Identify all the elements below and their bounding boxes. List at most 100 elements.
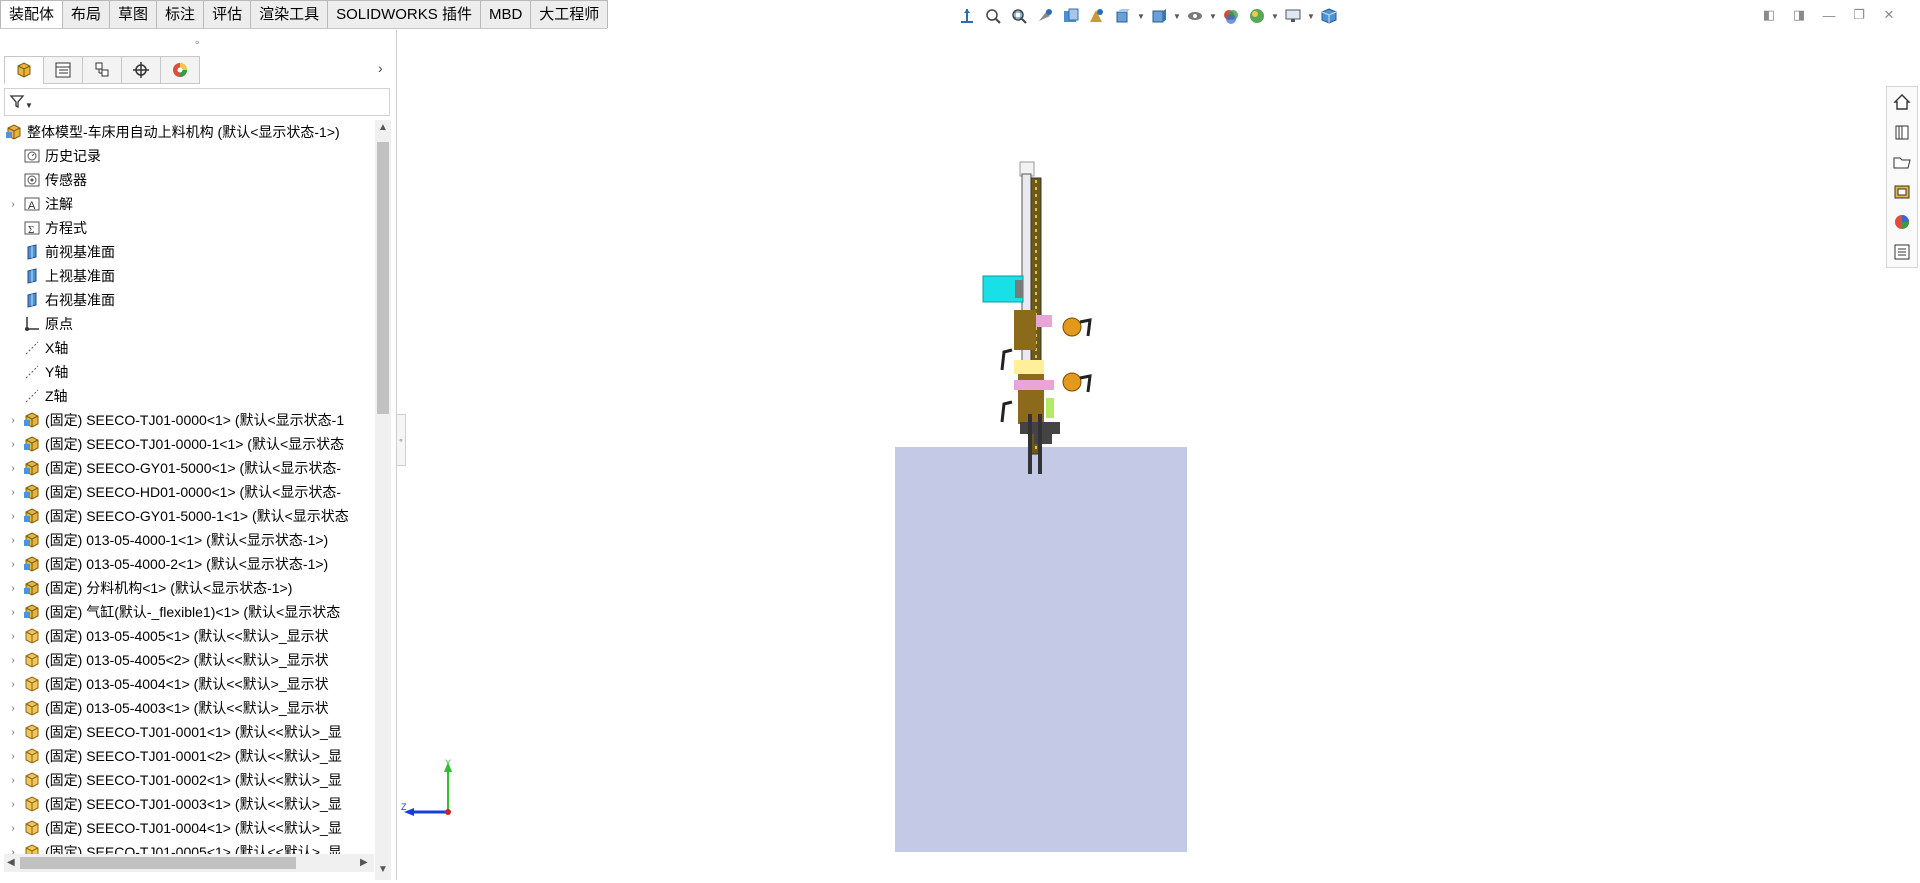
expand-arrow-icon[interactable]: ›	[4, 775, 22, 786]
tab-5[interactable]: 渲染工具	[250, 0, 329, 28]
tree-item[interactable]: › (固定) 013-05-4004<1> (默认<<默认>_显示状	[4, 672, 376, 696]
expand-arrow-icon[interactable]: ›	[4, 535, 22, 546]
scroll-down-icon[interactable]: ▼	[378, 864, 388, 875]
tab-4[interactable]: 评估	[203, 0, 252, 28]
tree-item[interactable]: 右视基准面	[4, 288, 376, 312]
tree-horizontal-scrollbar[interactable]: ◀ ▶	[4, 854, 374, 872]
tree-item[interactable]: Σ 方程式	[4, 216, 376, 240]
tree-item[interactable]: › (固定) 013-05-4000-2<1> (默认<显示状态-1>)	[4, 552, 376, 576]
tree-item[interactable]: › (固定) SEECO-TJ01-0004<1> (默认<<默认>_显	[4, 816, 376, 840]
tab-6[interactable]: SOLIDWORKS 插件	[327, 0, 481, 28]
tab-8[interactable]: 大工程师	[530, 0, 609, 28]
chevron-down-icon[interactable]: ▼	[1137, 4, 1145, 28]
scrollbar-thumb[interactable]	[20, 857, 296, 869]
expand-arrow-icon[interactable]: ›	[4, 679, 22, 690]
chevron-down-icon[interactable]: ▼	[25, 101, 33, 110]
expand-arrow-icon[interactable]: ›	[4, 751, 22, 762]
tree-filter[interactable]: ▼	[4, 88, 390, 116]
expand-arrow-icon[interactable]: ›	[4, 655, 22, 666]
zoom-area-icon[interactable]	[1007, 4, 1031, 28]
3d-cube-icon[interactable]	[1317, 4, 1341, 28]
restore-icon[interactable]: ❐	[1848, 6, 1870, 24]
dimxpert-icon[interactable]	[121, 56, 161, 84]
hide-show-icon[interactable]	[1183, 4, 1207, 28]
expand-arrow-icon[interactable]: ›	[4, 199, 22, 210]
tree-item[interactable]: Y轴	[4, 360, 376, 384]
scroll-right-icon[interactable]: ▶	[360, 857, 368, 868]
panel-grip[interactable]: ⚬	[193, 38, 201, 49]
tab-7[interactable]: MBD	[479, 0, 532, 28]
expand-arrow-icon[interactable]: ›	[4, 703, 22, 714]
section-view-icon[interactable]	[1059, 4, 1083, 28]
minimize-icon[interactable]: —	[1818, 6, 1840, 24]
design-library-icon[interactable]	[1887, 117, 1917, 147]
expand-arrow-icon[interactable]: ›	[4, 727, 22, 738]
tree-item[interactable]: › (固定) 分料机构<1> (默认<显示状态-1>)	[4, 576, 376, 600]
tab-1[interactable]: 布局	[62, 0, 111, 28]
zoom-to-fit-icon[interactable]	[981, 4, 1005, 28]
tree-item[interactable]: › (固定) SEECO-TJ01-0002<1> (默认<<默认>_显	[4, 768, 376, 792]
view-orientation-icon[interactable]	[1111, 4, 1135, 28]
expand-arrow-icon[interactable]: ›	[4, 607, 22, 618]
tree-item[interactable]: › (固定) 013-05-4000-1<1> (默认<显示状态-1>)	[4, 528, 376, 552]
tree-item[interactable]: › (固定) SEECO-GY01-5000-1<1> (默认<显示状态	[4, 504, 376, 528]
expand-arrow-icon[interactable]: ›	[4, 487, 22, 498]
tree-item[interactable]: X轴	[4, 336, 376, 360]
edit-appearance-icon[interactable]	[1219, 4, 1243, 28]
restore-left-icon[interactable]: ◧	[1758, 6, 1780, 24]
tree-item[interactable]: Z轴	[4, 384, 376, 408]
tree-vertical-scrollbar[interactable]: ▲ ▼	[375, 120, 391, 880]
expand-arrow-icon[interactable]: ›	[4, 511, 22, 522]
expand-arrow-icon[interactable]: ›	[4, 631, 22, 642]
close-icon[interactable]: ✕	[1878, 6, 1900, 24]
tree-item[interactable]: 传感器	[4, 168, 376, 192]
scroll-up-icon[interactable]: ▲	[378, 122, 388, 133]
tree-item[interactable]: › (固定) SEECO-TJ01-0003<1> (默认<<默认>_显	[4, 792, 376, 816]
tree-item[interactable]: › (固定) 013-05-4003<1> (默认<<默认>_显示状	[4, 696, 376, 720]
restore-right-icon[interactable]: ◨	[1788, 6, 1810, 24]
dynamic-annotation-icon[interactable]	[1085, 4, 1109, 28]
propertymanager-icon[interactable]	[43, 56, 83, 84]
tree-item[interactable]: › (固定) SEECO-TJ01-0000-1<1> (默认<显示状态	[4, 432, 376, 456]
tab-2[interactable]: 草图	[109, 0, 158, 28]
chevron-right-icon[interactable]: ›	[378, 60, 383, 76]
expand-arrow-icon[interactable]: ›	[4, 559, 22, 570]
chevron-down-icon[interactable]: ▼	[1173, 4, 1181, 28]
chevron-down-icon[interactable]: ▼	[1271, 4, 1279, 28]
appearances-icon[interactable]	[1887, 207, 1917, 237]
tree-item[interactable]: › (固定) SEECO-TJ01-0001<1> (默认<<默认>_显	[4, 720, 376, 744]
tab-0[interactable]: 装配体	[0, 0, 64, 28]
tree-item[interactable]: 历史记录	[4, 144, 376, 168]
expand-arrow-icon[interactable]: ›	[4, 823, 22, 834]
display-manager-icon[interactable]	[160, 56, 200, 84]
expand-arrow-icon[interactable]: ›	[4, 439, 22, 450]
scrollbar-thumb[interactable]	[377, 142, 389, 414]
tree-item[interactable]: › A 注解	[4, 192, 376, 216]
scroll-left-icon[interactable]: ◀	[7, 857, 15, 868]
file-explorer-icon[interactable]	[1887, 147, 1917, 177]
tree-item[interactable]: › (固定) SEECO-TJ01-0001<2> (默认<<默认>_显	[4, 744, 376, 768]
view-settings-icon[interactable]	[1281, 4, 1305, 28]
tree-item[interactable]: › (固定) 013-05-4005<1> (默认<<默认>_显示状	[4, 624, 376, 648]
expand-arrow-icon[interactable]: ›	[4, 415, 22, 426]
expand-arrow-icon[interactable]: ›	[4, 583, 22, 594]
custom-properties-icon[interactable]	[1887, 237, 1917, 267]
tree-item[interactable]: › (固定) SEECO-HD01-0000<1> (默认<显示状态-	[4, 480, 376, 504]
tree-item[interactable]: 上视基准面	[4, 264, 376, 288]
tree-item[interactable]: 原点	[4, 312, 376, 336]
tree-item[interactable]: › (固定) 013-05-4005<2> (默认<<默认>_显示状	[4, 648, 376, 672]
configurationmanager-icon[interactable]	[82, 56, 122, 84]
featuremanager-icon[interactable]	[4, 56, 44, 84]
tree-item[interactable]: › (固定) 气缸(默认-_flexible1)<1> (默认<显示状态	[4, 600, 376, 624]
tree-root[interactable]: 整体模型-车床用自动上料机构 (默认<显示状态-1>)	[4, 120, 376, 144]
view-orient-icon[interactable]	[955, 4, 979, 28]
filter-icon[interactable]	[9, 93, 25, 112]
tree-item[interactable]: › (固定) SEECO-TJ01-0000<1> (默认<显示状态-1	[4, 408, 376, 432]
view-palette-icon[interactable]	[1887, 177, 1917, 207]
expand-arrow-icon[interactable]: ›	[4, 463, 22, 474]
tree-item[interactable]: 前视基准面	[4, 240, 376, 264]
apply-scene-icon[interactable]	[1245, 4, 1269, 28]
display-style-icon[interactable]	[1147, 4, 1171, 28]
previous-view-icon[interactable]	[1033, 4, 1057, 28]
tab-3[interactable]: 标注	[156, 0, 205, 28]
